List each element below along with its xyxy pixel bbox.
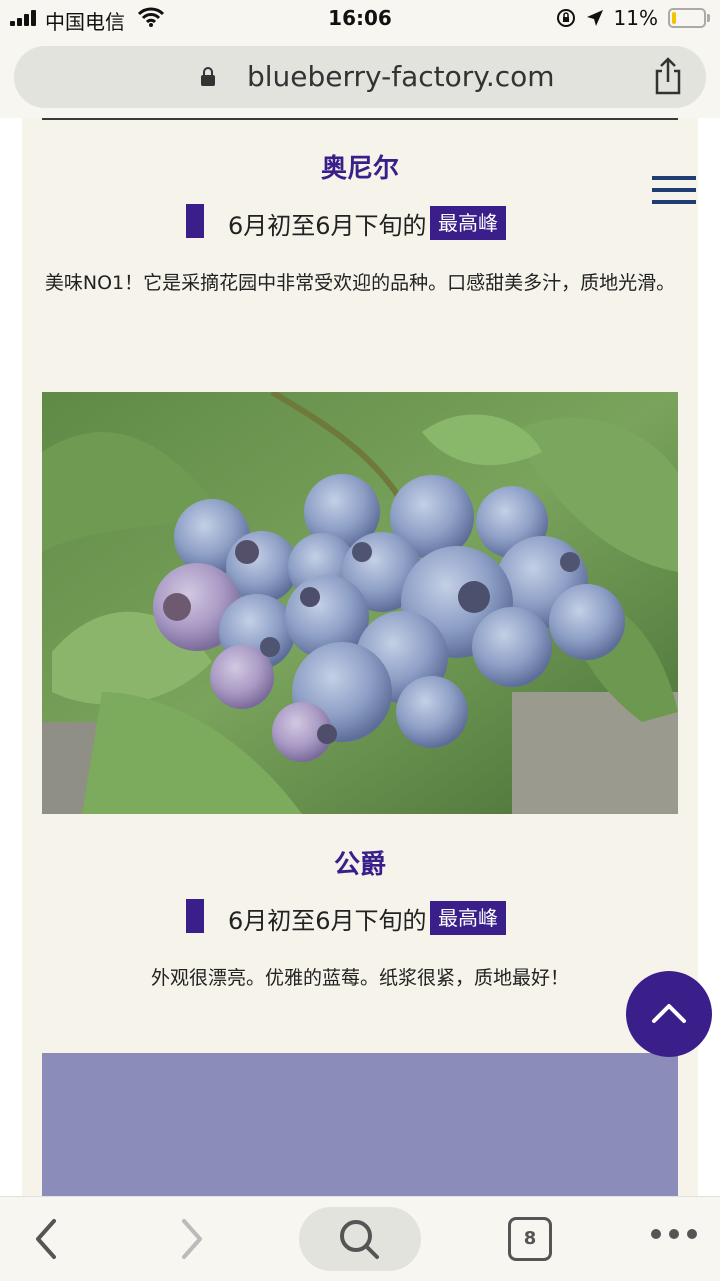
page-content: 奥尼尔 6月初至6月下旬的 最高峰 美味NO1！它是采摘花园中非常受欢迎的品种。… (22, 118, 698, 1196)
variety-season: 6月初至6月下旬的 最高峰 (22, 895, 698, 935)
season-marker (186, 899, 204, 933)
variety-title: 公爵 (333, 850, 386, 880)
peak-badge: 最高峰 (430, 901, 506, 935)
browser-address-area: blueberry-factory.com (0, 38, 720, 118)
peak-badge: 最高峰 (430, 206, 506, 240)
season-marker (186, 204, 204, 238)
divider (42, 118, 678, 120)
search-icon (340, 1220, 379, 1259)
share-icon[interactable] (652, 56, 684, 96)
season-text: 6月初至6月下旬的 (228, 212, 427, 240)
url-text[interactable]: blueberry-factory.com (247, 60, 555, 93)
search-button[interactable] (299, 1207, 421, 1271)
battery-icon (668, 8, 710, 28)
browser-toolbar: 8 (0, 1196, 720, 1281)
season-text: 6月初至6月下旬的 (228, 907, 427, 935)
orientation-lock-icon (556, 9, 575, 27)
tabs-icon[interactable]: 8 (508, 1217, 552, 1261)
more-icon[interactable] (650, 1227, 698, 1241)
battery-percentage: 11% (613, 6, 658, 30)
location-icon (586, 10, 603, 26)
menu-icon[interactable] (652, 176, 696, 206)
address-bar[interactable]: blueberry-factory.com (14, 46, 706, 108)
arrow-up-icon (652, 1004, 686, 1023)
variety-description: 外观很漂亮。优雅的蓝莓。纸浆很紧，质地最好！ (150, 967, 569, 989)
variety-season: 6月初至6月下旬的 最高峰 (22, 200, 698, 240)
lock-icon (201, 67, 215, 86)
back-to-top-button[interactable] (626, 971, 712, 1057)
status-bar: 中国电信 16:06 11% (0, 0, 720, 38)
back-icon[interactable] (32, 1217, 62, 1261)
blueberry-photo (42, 392, 678, 814)
variety-title: 奥尼尔 (320, 154, 399, 184)
variety-description: 美味NO1！它是采摘花园中非常受欢迎的品种。口感甜美多汁，质地光滑。 (44, 272, 676, 294)
forward-icon[interactable] (176, 1217, 206, 1261)
next-variety-image (42, 1053, 678, 1196)
